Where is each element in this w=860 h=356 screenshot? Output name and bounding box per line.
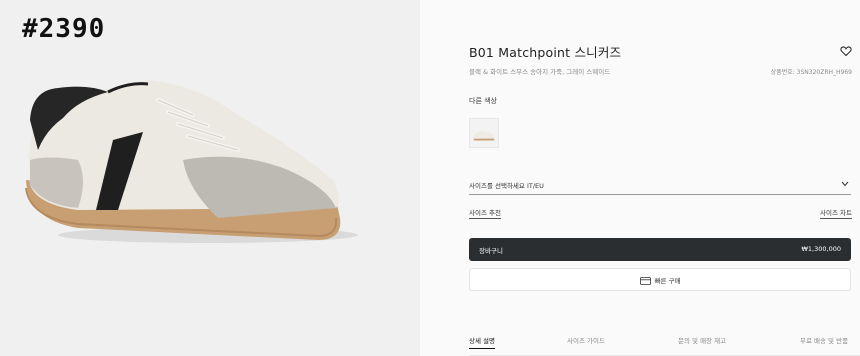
tab-inquiry-stock[interactable]: 문의 및 매장 재고 [678,335,726,345]
cart-label: 장바구니 [479,247,503,255]
add-to-cart-button[interactable]: 장바구니 ₩1,300,000 [469,238,851,261]
tab-size-guide[interactable]: 사이즈 가이드 [567,335,605,345]
product-details: B01 Matchpoint 스니커즈 블랙 & 화이트 스무스 송아지 가죽,… [420,0,860,356]
product-gallery: #2390 [0,0,420,356]
product-title: B01 Matchpoint 스니커즈 [469,45,622,60]
swatch-sneaker-thumbnail [473,131,495,141]
detail-tabs: 상세 설명 사이즈 가이드 문의 및 매장 재고 무료 배송 및 반품 [469,326,860,356]
overlay-code: #2390 [22,14,106,44]
size-recommend-link[interactable]: 사이즈 추천 [469,207,501,219]
chevron-down-icon [841,181,849,187]
size-select[interactable]: 사이즈를 선택하세요 IT/EU [469,177,851,195]
heart-icon[interactable] [840,45,852,57]
tab-shipping-returns[interactable]: 무료 배송 및 반품 [800,335,848,345]
product-sku: 상품번호: 3SN320ZRH_H969 [770,69,852,76]
size-select-label: 사이즈를 선택하세요 IT/EU [469,182,544,190]
sneaker-image[interactable] [18,60,358,250]
color-swatch[interactable] [469,118,499,148]
quick-buy-label: 빠른 구매 [654,277,681,285]
quick-buy-button[interactable]: 빠른 구매 [469,268,851,291]
price-label: ₩1,300,000 [801,245,841,253]
tab-details[interactable]: 상세 설명 [469,335,495,349]
card-icon [639,277,651,285]
other-colors-label: 다른 색상 [469,97,497,105]
product-subtitle: 블랙 & 화이트 스무스 송아지 가죽, 그레이 스웨이드 [469,68,611,76]
size-chart-link[interactable]: 사이즈 차트 [820,207,852,219]
